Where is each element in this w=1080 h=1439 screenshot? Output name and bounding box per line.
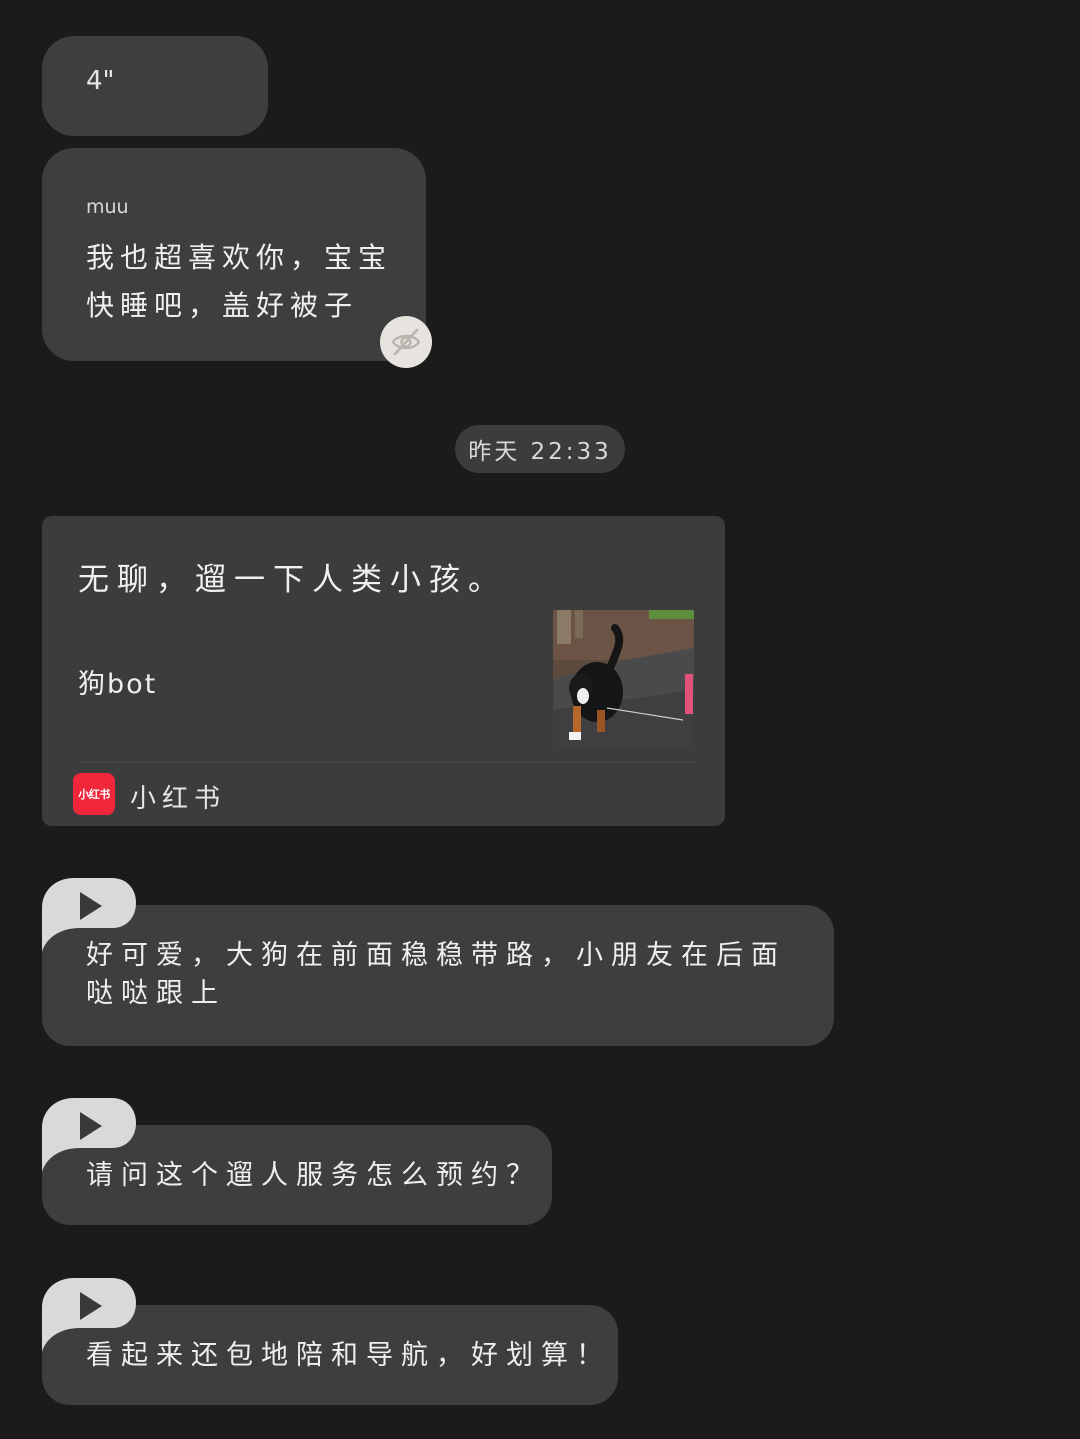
card-thumbnail (553, 610, 694, 750)
message-bubble[interactable]: 4" (42, 36, 268, 136)
shared-link-card[interactable]: 无聊，遛一下人类小孩。 狗bot 小红书 小红书 (42, 516, 725, 826)
dog-photo-image (553, 610, 694, 750)
card-divider (78, 762, 695, 763)
voice-message-text: 好可爱，大狗在前面稳稳带路，小朋友在后面哒哒跟上 (86, 940, 786, 1009)
card-author: 狗bot (78, 669, 158, 700)
card-source-app: 小红书 (130, 784, 227, 814)
voice-message-bubble[interactable]: 好可爱，大狗在前面稳稳带路，小朋友在后面哒哒跟上 (42, 905, 834, 1046)
eye-off-icon (391, 328, 421, 356)
message-bubble[interactable]: muu 我也超喜欢你，宝宝 快睡吧，盖好被子 (42, 148, 426, 361)
hide-message-button[interactable] (380, 316, 432, 368)
voice-message-text: 看起来还包地陪和导航，好划算！ (86, 1340, 611, 1371)
timestamp-pill: 昨天 22:33 (455, 425, 625, 473)
card-title: 无聊，遛一下人类小孩。 (78, 562, 507, 598)
message-text: 快睡吧，盖好被子 (86, 289, 359, 322)
play-button[interactable] (42, 1278, 138, 1358)
message-text: 我也超喜欢你，宝宝 (86, 241, 393, 274)
play-button[interactable] (42, 878, 138, 958)
play-button[interactable] (42, 1098, 138, 1178)
message-sender-name: muu (86, 196, 129, 218)
voice-message-text: 请问这个遛人服务怎么预约？ (86, 1160, 541, 1191)
message-text: 4" (86, 66, 115, 96)
timestamp-text: 昨天 22:33 (468, 439, 612, 465)
xiaohongshu-logo: 小红书 (73, 773, 115, 815)
